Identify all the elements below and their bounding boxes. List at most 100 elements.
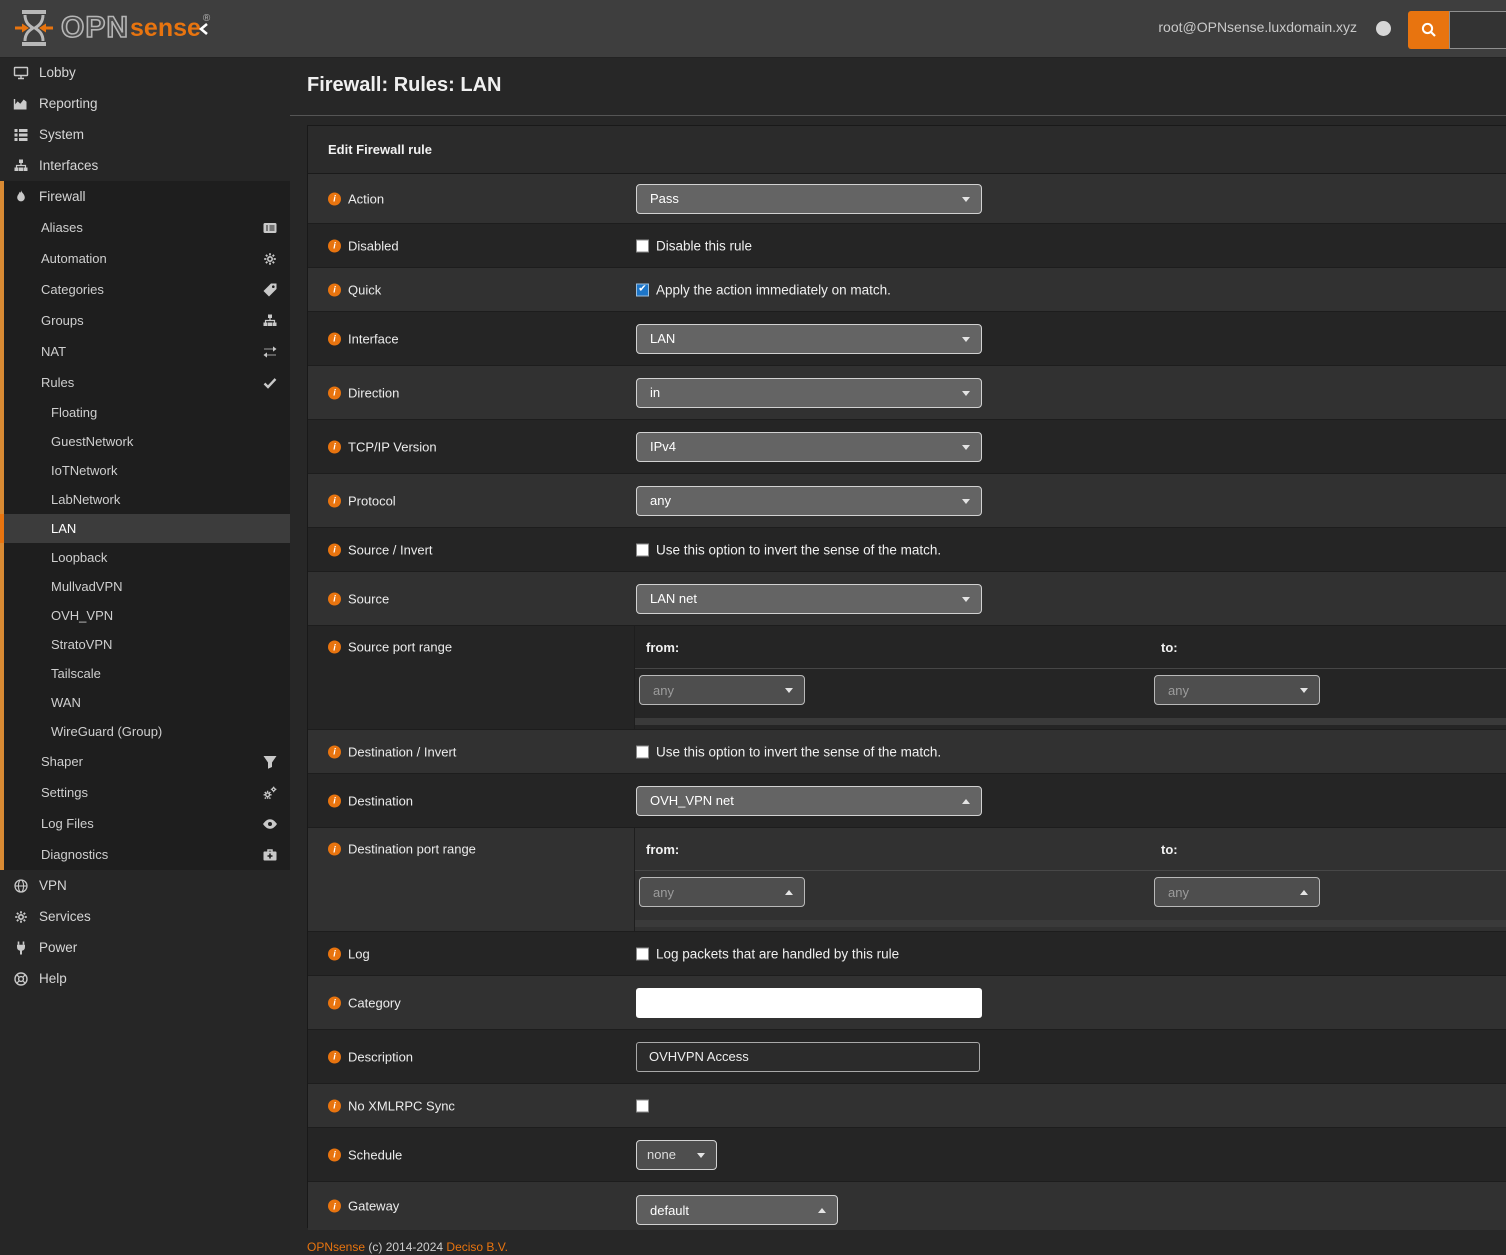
form-row-quick: Quick Apply the action immediately on ma… [308,268,1506,312]
sidebar-item-reporting[interactable]: Reporting [0,88,290,119]
source-port-table: from: any to: any [634,626,1506,729]
from-column-header: from: [646,640,679,655]
field-label: Gateway [348,1199,399,1214]
form-row-action: Action Pass [308,174,1506,224]
protocol-select[interactable]: any [636,486,982,516]
form-row-tcpip-version: TCP/IP Version IPv4 [308,420,1506,474]
sidebar-item-interfaces[interactable]: Interfaces [0,150,290,181]
info-icon[interactable] [328,592,341,605]
firewall-section: Firewall Aliases Automation Categories G… [0,181,290,870]
sidebar-item-nat[interactable]: NAT [4,336,290,367]
sidebar-item-rule-guestnetwork[interactable]: GuestNetwork [4,427,290,456]
destination-select[interactable]: OVH_VPN net [636,786,982,816]
source-select[interactable]: LAN net [636,584,982,614]
tcpip-version-select[interactable]: IPv4 [636,432,982,462]
interface-select[interactable]: LAN [636,324,982,354]
destination-invert-checkbox[interactable] [636,745,649,758]
info-icon[interactable] [328,641,341,654]
field-label: Direction [348,385,399,400]
chevron-down-icon [697,1153,705,1158]
sidebar-item-rule-labnetwork[interactable]: LabNetwork [4,485,290,514]
description-input[interactable] [636,1042,980,1072]
source-invert-checkbox[interactable] [636,543,649,556]
sidebar-item-rule-wireguard-group-[interactable]: WireGuard (Group) [4,717,290,746]
sidebar-item-rule-loopback[interactable]: Loopback [4,543,290,572]
sidebar-item-rule-tailscale[interactable]: Tailscale [4,659,290,688]
fire-icon [13,189,29,205]
horizontal-scrollbar[interactable] [635,920,1506,927]
sidebar-item-rule-floating[interactable]: Floating [4,398,290,427]
source-port-to-select[interactable]: any [1154,675,1320,705]
log-checkbox[interactable] [636,947,649,960]
sidebar-item-lobby[interactable]: Lobby [0,57,290,88]
form-row-direction: Direction in [308,366,1506,420]
sidebar-item-power[interactable]: Power [0,932,290,963]
action-select[interactable]: Pass [636,184,982,214]
sidebar-item-rule-mullvadvpn[interactable]: MullvadVPN [4,572,290,601]
sidebar-item-firewall[interactable]: Firewall [4,181,290,212]
schedule-select[interactable]: none [636,1140,717,1170]
edit-firewall-rule-panel: Edit Firewall rule Action Pass Disabled … [307,125,1506,1228]
info-icon[interactable] [328,386,341,399]
search-button[interactable] [1408,11,1449,49]
info-icon[interactable] [328,283,341,296]
destination-port-from-select[interactable]: any [639,877,805,907]
opnsense-link[interactable]: OPNsense [307,1240,365,1254]
chevron-up-icon [1300,890,1308,895]
sidebar-collapse-chevron-icon[interactable] [198,22,210,36]
info-icon[interactable] [328,1148,341,1161]
deciso-link[interactable]: Deciso B.V. [446,1240,508,1254]
no-xmlrpc-checkbox[interactable] [636,1099,649,1112]
sidebar-item-rule-lan[interactable]: LAN [4,514,290,543]
sidebar-item-groups[interactable]: Groups [4,305,290,336]
quick-checkbox[interactable] [636,283,649,296]
sidebar-item-diagnostics[interactable]: Diagnostics [4,839,290,870]
info-icon[interactable] [328,1200,341,1213]
source-port-from-select[interactable]: any [639,675,805,705]
sidebar-item-system[interactable]: System [0,119,290,150]
sidebar-item-rule-ovh-vpn[interactable]: OVH_VPN [4,601,290,630]
horizontal-scrollbar[interactable] [635,718,1506,725]
sidebar-item-log-files[interactable]: Log Files [4,808,290,839]
info-icon[interactable] [328,332,341,345]
direction-select[interactable]: in [636,378,982,408]
sidebar-item-categories[interactable]: Categories [4,274,290,305]
search-input[interactable] [1449,11,1506,49]
info-icon[interactable] [328,543,341,556]
info-icon[interactable] [328,843,341,856]
info-icon[interactable] [328,996,341,1009]
disabled-checkbox[interactable] [636,239,649,252]
info-icon[interactable] [328,239,341,252]
sidebar-item-rule-stratovpn[interactable]: StratoVPN [4,630,290,659]
info-icon[interactable] [328,794,341,807]
sidebar-item-rule-iotnetwork[interactable]: IoTNetwork [4,456,290,485]
life-ring-icon [13,971,29,987]
field-label: TCP/IP Version [348,439,437,454]
category-input[interactable] [636,988,982,1018]
sidebar: Lobby Reporting System Interfaces Firewa… [0,57,290,1255]
chevron-up-icon [785,890,793,895]
sidebar-item-rules[interactable]: Rules [4,367,290,398]
destination-port-to-select[interactable]: any [1154,877,1320,907]
field-label: Source [348,591,389,606]
info-icon[interactable] [328,1099,341,1112]
sidebar-item-vpn[interactable]: VPN [0,870,290,901]
sidebar-item-aliases[interactable]: Aliases [4,212,290,243]
sidebar-item-rule-wan[interactable]: WAN [4,688,290,717]
sidebar-item-settings[interactable]: Settings [4,777,290,808]
gateway-select[interactable]: default [636,1195,838,1225]
sidebar-item-help[interactable]: Help [0,963,290,994]
chevron-down-icon [785,688,793,693]
sidebar-item-automation[interactable]: Automation [4,243,290,274]
check-icon [262,375,278,391]
info-icon[interactable] [328,745,341,758]
info-icon[interactable] [328,440,341,453]
field-label: Category [348,995,401,1010]
sidebar-item-services[interactable]: Services [0,901,290,932]
info-icon[interactable] [328,494,341,507]
info-icon[interactable] [328,1050,341,1063]
info-icon[interactable] [328,947,341,960]
chevron-down-icon [962,597,970,602]
info-icon[interactable] [328,192,341,205]
sidebar-item-shaper[interactable]: Shaper [4,746,290,777]
